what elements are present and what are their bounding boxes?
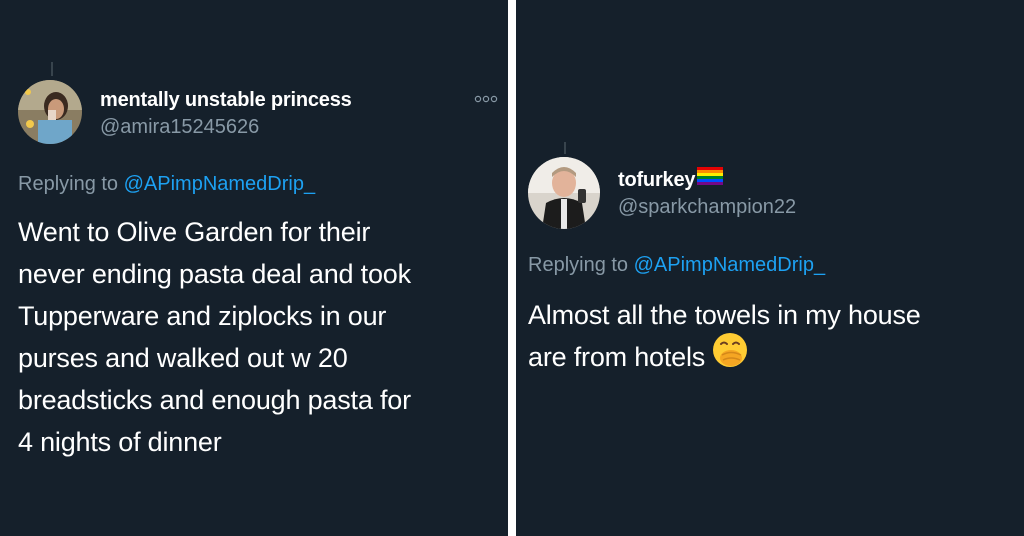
display-name[interactable]: mentally unstable princess bbox=[100, 89, 352, 112]
tweet-text: Went to Olive Garden for their never end… bbox=[18, 211, 411, 463]
avatar-image bbox=[528, 157, 600, 229]
mention-link[interactable]: @APimpNamedDrip_ bbox=[124, 173, 315, 195]
face-with-hand-over-mouth-icon bbox=[711, 331, 749, 381]
thread-line bbox=[564, 142, 566, 154]
user-handle[interactable]: @amira15245626 bbox=[100, 116, 259, 139]
tweet-text-line: 4 nights of dinner bbox=[18, 427, 222, 457]
mention-link[interactable]: @APimpNamedDrip_ bbox=[634, 254, 825, 276]
tweet-text-line: never ending pasta deal and took bbox=[18, 259, 411, 289]
tweet-text-line: Tupperware and ziplocks in our bbox=[18, 301, 387, 331]
tweet-card-right: tofurkey @sparkchampion22 Replying to @A… bbox=[516, 0, 1024, 536]
tweet-text-line: breadsticks and enough pasta for bbox=[18, 385, 411, 415]
tweet-text-line: are from hotels bbox=[528, 342, 706, 372]
replying-prefix: Replying to bbox=[528, 254, 629, 276]
tweet-text: Almost all the towels in my house are fr… bbox=[528, 294, 921, 381]
thread-line bbox=[51, 62, 53, 76]
tweet-text-line-with-emoji: are from hotels bbox=[528, 332, 921, 381]
more-options-icon[interactable] bbox=[474, 94, 498, 106]
tweet-text-line: Went to Olive Garden for their bbox=[18, 217, 371, 247]
tweet-text-line: purses and walked out w 20 bbox=[18, 343, 348, 373]
avatar[interactable] bbox=[18, 80, 82, 144]
display-name-text: tofurkey bbox=[618, 169, 696, 191]
avatar[interactable] bbox=[528, 157, 600, 229]
screenshot-frame: mentally unstable princess @amira1524562… bbox=[0, 0, 1024, 536]
rainbow-flag-icon bbox=[697, 166, 724, 191]
avatar-image bbox=[18, 80, 82, 144]
tweet-text-line: Almost all the towels in my house bbox=[528, 300, 921, 330]
user-handle[interactable]: @sparkchampion22 bbox=[618, 196, 796, 219]
replying-prefix: Replying to bbox=[18, 173, 119, 195]
replying-to: Replying to @APimpNamedDrip_ bbox=[528, 254, 825, 277]
tweet-card-left: mentally unstable princess @amira1524562… bbox=[0, 0, 508, 536]
replying-to: Replying to @APimpNamedDrip_ bbox=[18, 173, 315, 196]
display-name[interactable]: tofurkey bbox=[618, 166, 724, 192]
